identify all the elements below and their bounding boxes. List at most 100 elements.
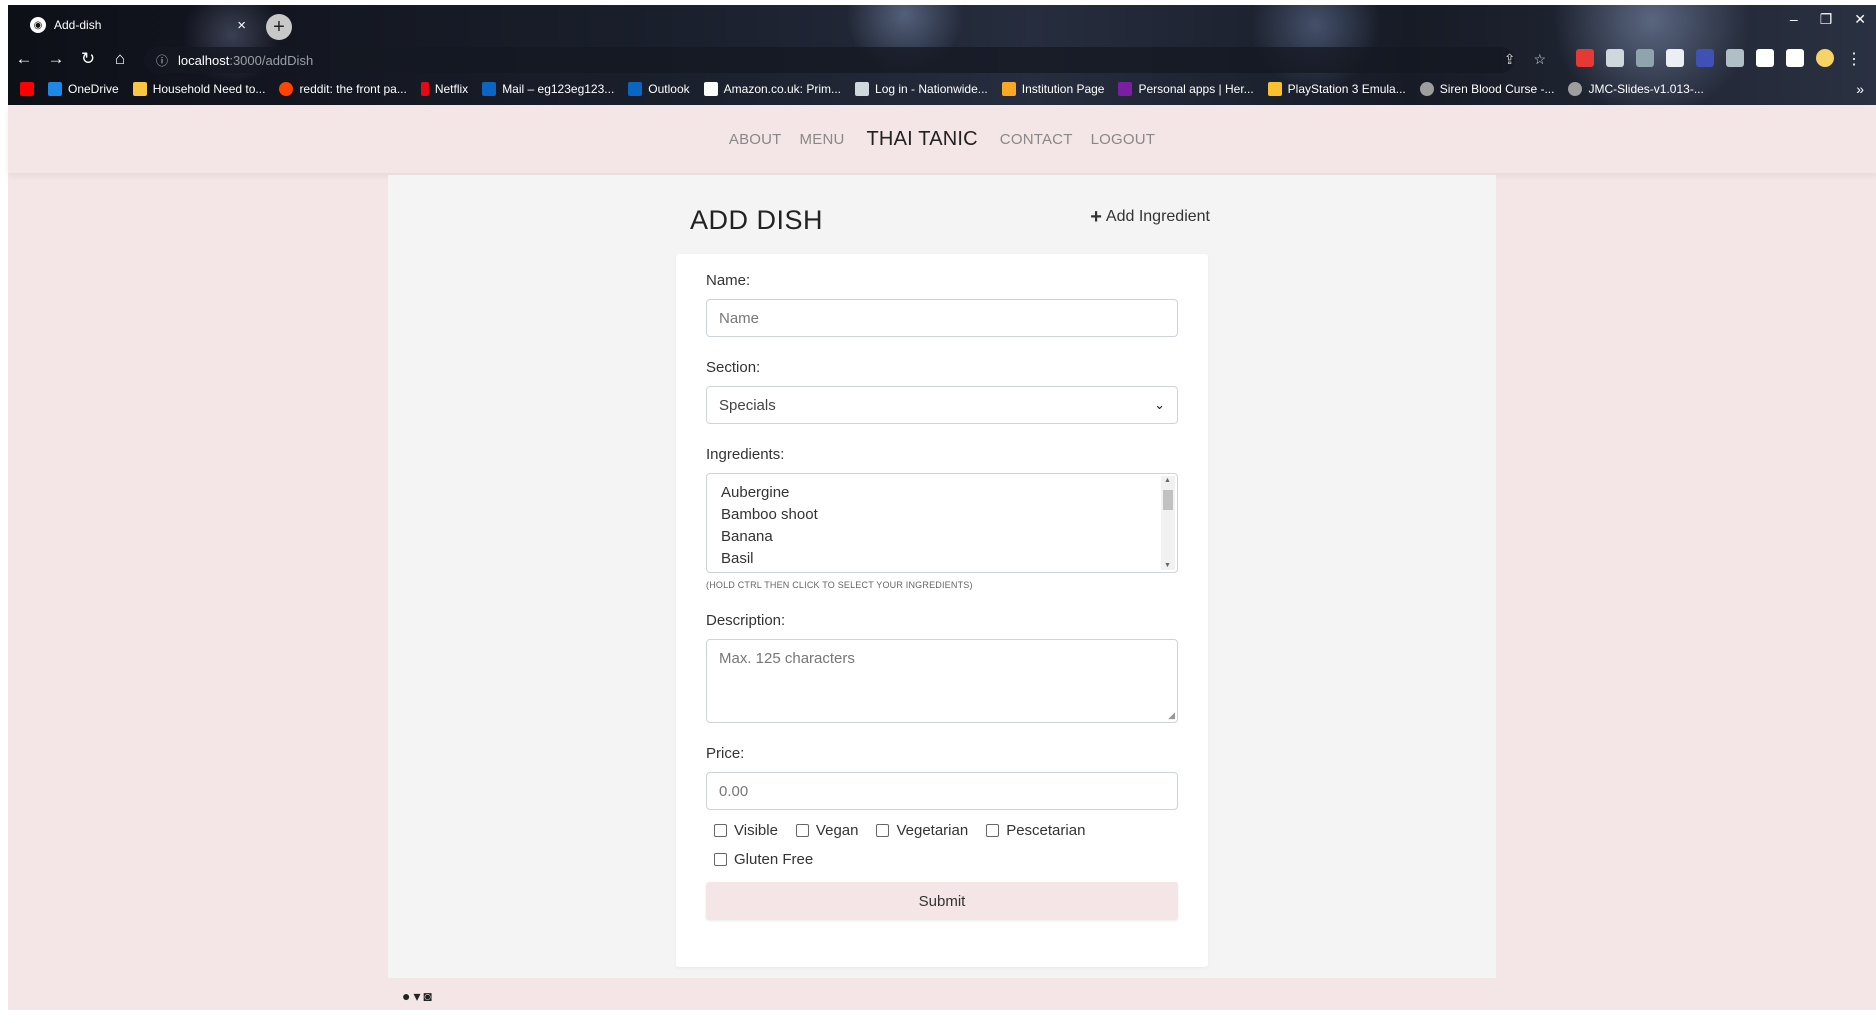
restore-icon[interactable]: ❐ <box>1820 11 1833 28</box>
section-label: Section: <box>706 359 761 376</box>
dietary-options: Visible Vegan Vegetarian Pescetarian Glu… <box>706 822 1126 868</box>
heroku-icon <box>1118 82 1133 96</box>
nationwide-icon <box>855 82 870 96</box>
new-tab-button[interactable]: + <box>266 14 292 40</box>
url-host: localhost <box>178 52 230 68</box>
name-input[interactable]: Name <box>706 299 1178 337</box>
bookmark-item[interactable]: JMC-Slides-v1.013-... <box>1568 82 1704 96</box>
close-tab-icon[interactable]: × <box>237 17 246 34</box>
scroll-down-icon[interactable]: ▼ <box>1164 562 1171 569</box>
close-window-icon[interactable]: ✕ <box>1854 11 1866 28</box>
sidepanel-icon[interactable] <box>1786 49 1804 67</box>
kebab-menu-icon[interactable]: ⋮ <box>1846 49 1862 68</box>
bookmark-item[interactable]: PlayStation 3 Emula... <box>1267 82 1406 96</box>
share-icon[interactable]: ⇪ <box>1504 51 1516 68</box>
resize-handle-icon[interactable]: ◢ <box>1168 710 1175 721</box>
twitter-icon[interactable]: ▾ <box>413 988 420 1005</box>
listbox-scrollbar[interactable]: ▲ ▼ <box>1161 476 1175 570</box>
back-arrow-icon[interactable]: ← <box>8 43 40 75</box>
checkbox-box[interactable] <box>986 824 1000 837</box>
browser-window: ◉ Add-dish × + – ❐ ✕ ← → ↻ ⌂ ⓘ localhost… <box>8 5 1876 1010</box>
extension-icon[interactable] <box>1606 49 1624 67</box>
ingredient-option[interactable]: Aubergine <box>721 482 1163 504</box>
extensions-bar: ⋮ <box>1576 49 1862 68</box>
scrollbar-thumb[interactable] <box>1163 490 1173 510</box>
add-ingredient-label: Add Ingredient <box>1105 208 1210 225</box>
forward-arrow-icon[interactable]: → <box>40 43 72 75</box>
gluten-free-checkbox[interactable]: Gluten Free <box>714 851 813 868</box>
nav-contact[interactable]: CONTACT <box>1000 131 1073 148</box>
bookmark-item[interactable]: Personal apps | Her... <box>1118 82 1254 96</box>
tab-title: Add-dish <box>54 18 102 32</box>
bookmark-item[interactable]: Outlook <box>628 82 690 96</box>
price-input[interactable]: 0.00 <box>706 772 1178 810</box>
plus-icon: + <box>1090 206 1102 228</box>
add-ingredient-link[interactable]: + Add Ingredient <box>1090 207 1210 227</box>
ingredients-multiselect[interactable]: Aubergine Bamboo shoot Banana Basil ▲ ▼ <box>706 473 1178 573</box>
brand-logo[interactable]: THAI TANIC <box>867 128 978 151</box>
vegan-checkbox[interactable]: Vegan <box>795 822 858 839</box>
price-label: Price: <box>706 745 745 762</box>
scroll-up-icon[interactable]: ▲ <box>1164 477 1171 484</box>
ingredient-option[interactable]: Basil <box>721 548 1163 570</box>
description-textarea[interactable]: Max. 125 characters ◢ <box>706 639 1178 723</box>
top-nav: ABOUT MENU THAI TANIC CONTACT LOGOUT <box>8 105 1876 173</box>
bookmark-item[interactable]: Mail – eg123eg123... <box>482 82 614 96</box>
bookmark-youtube[interactable] <box>20 82 34 96</box>
puzzle-icon[interactable] <box>1756 49 1774 67</box>
vegetarian-checkbox[interactable]: Vegetarian <box>876 822 968 839</box>
pescetarian-checkbox[interactable]: Pescetarian <box>986 822 1085 839</box>
reload-icon[interactable]: ↻ <box>72 43 104 75</box>
extension-icon[interactable] <box>1696 49 1714 67</box>
bookmark-item[interactable]: Institution Page <box>1001 82 1104 96</box>
window-controls: – ❐ ✕ <box>1790 11 1866 28</box>
info-icon[interactable]: ⓘ <box>156 52 168 69</box>
address-bar-actions: ⇪ ☆ <box>1504 51 1546 68</box>
bookmark-item[interactable]: Log in - Nationwide... <box>855 82 988 96</box>
checkbox-box[interactable] <box>714 853 727 866</box>
ingredient-option[interactable]: Banana <box>721 526 1163 548</box>
reddit-icon <box>279 82 294 96</box>
tab-add-dish[interactable]: ◉ Add-dish × <box>20 11 256 39</box>
section-select[interactable]: Specials ⌄ <box>706 386 1178 424</box>
bookmarks-overflow-icon[interactable]: » <box>1856 81 1864 97</box>
extension-icon[interactable] <box>1666 49 1684 67</box>
nav-logout[interactable]: LOGOUT <box>1091 131 1156 148</box>
add-dish-form: Name: Name Section: Specials ⌄ Ingredien… <box>676 254 1208 967</box>
checkbox-box[interactable] <box>795 824 809 837</box>
bookmark-item[interactable]: Household Need to... <box>132 82 265 96</box>
avatar[interactable] <box>1816 49 1834 67</box>
extension-icon[interactable] <box>1636 49 1654 67</box>
visible-checkbox[interactable]: Visible <box>714 822 778 839</box>
globe-icon <box>1419 82 1434 96</box>
ingredient-option[interactable]: Bamboo shoot <box>721 504 1163 526</box>
minimize-icon[interactable]: – <box>1790 11 1798 28</box>
globe-icon <box>1568 82 1583 96</box>
bookmarks-bar: OneDrive Household Need to... reddit: th… <box>8 77 1876 101</box>
submit-button[interactable]: Submit <box>706 882 1178 920</box>
facebook-icon[interactable]: ● <box>402 988 410 1005</box>
nav-about[interactable]: ABOUT <box>729 131 782 148</box>
ingredients-label: Ingredients: <box>706 446 785 463</box>
folder-icon <box>132 82 147 96</box>
extension-icon[interactable] <box>1726 49 1744 67</box>
description-placeholder: Max. 125 characters <box>719 650 855 667</box>
bookmark-item[interactable]: Netflix <box>420 82 468 96</box>
bookmark-item[interactable]: reddit: the front pa... <box>279 82 407 96</box>
bookmark-item[interactable]: OneDrive <box>48 82 119 96</box>
address-bar[interactable]: ⓘ localhost:3000/addDish <box>144 47 1514 73</box>
bookmark-icon <box>48 82 62 96</box>
bookmark-item[interactable]: Siren Blood Curse -... <box>1419 82 1554 96</box>
nav-menu[interactable]: MENU <box>800 131 845 148</box>
bookmark-star-icon[interactable]: ☆ <box>1533 51 1546 68</box>
name-label: Name: <box>706 272 751 289</box>
extension-icon[interactable] <box>1576 49 1594 67</box>
url-path: :3000/addDish <box>229 52 314 68</box>
instagram-icon[interactable]: ◙ <box>424 988 432 1005</box>
bookmark-item[interactable]: Amazon.co.uk: Prim... <box>703 82 841 96</box>
home-icon[interactable]: ⌂ <box>104 43 136 75</box>
ingredients-hint: (HOLD CTRL THEN CLICK TO SELECT YOUR ING… <box>706 580 973 590</box>
checkbox-box[interactable] <box>714 824 727 837</box>
browser-toolbar: ← → ↻ ⌂ ⓘ localhost:3000/addDish ⇪ ☆ ⋮ <box>8 43 1876 75</box>
checkbox-box[interactable] <box>876 824 890 837</box>
